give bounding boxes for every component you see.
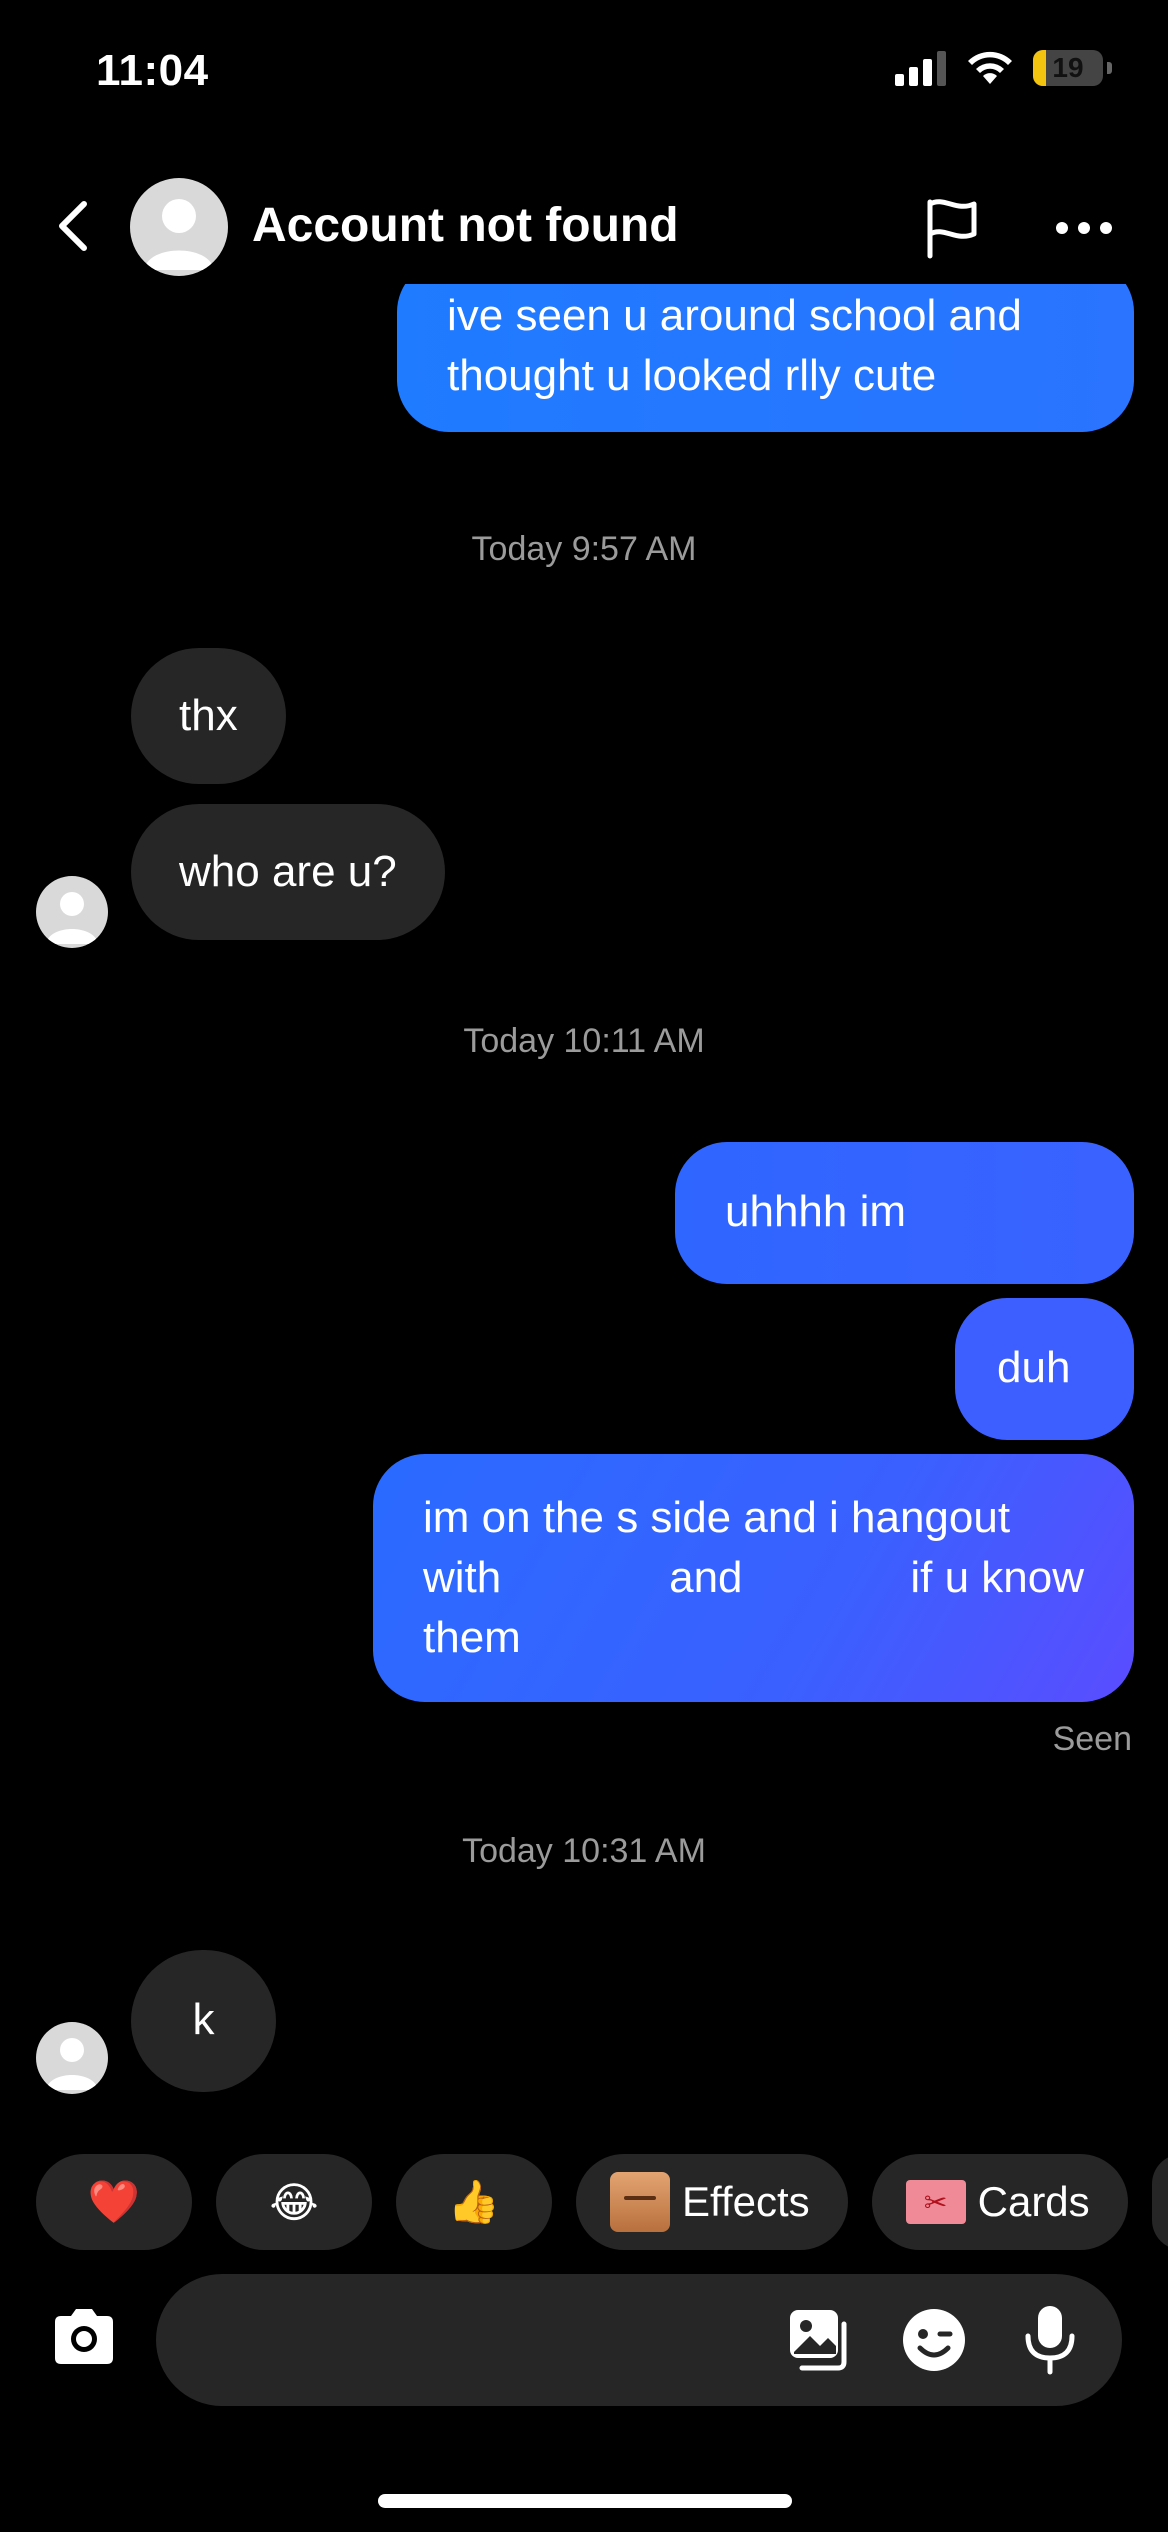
microphone-icon — [1025, 2306, 1075, 2375]
seen-status: Seen — [1052, 1720, 1132, 1758]
laughing-emoji-icon: 😂 — [269, 2178, 319, 2226]
contact-avatar-small[interactable] — [36, 876, 108, 948]
message-text: ive seen u around school and thought u l… — [447, 291, 1022, 400]
camera-icon — [55, 2309, 113, 2364]
message-text: duh — [997, 1343, 1071, 1392]
battery-level: 19 — [1052, 52, 1084, 83]
laughing-reaction-button[interactable]: 😂 — [216, 2154, 372, 2250]
winking-face-icon — [903, 2309, 965, 2371]
effects-button[interactable]: Effects — [576, 2154, 848, 2250]
heart-reaction-button[interactable]: ❤️ — [36, 2154, 192, 2250]
message-text: uhhhh im — [725, 1187, 907, 1236]
incoming-message[interactable]: who are u? — [131, 804, 445, 940]
timestamp: Today 10:31 AM — [462, 1832, 706, 1870]
status-icons: 19 — [895, 50, 1112, 86]
message-line: with and if u know — [423, 1548, 1084, 1608]
message-input[interactable] — [156, 2274, 1122, 2406]
message-text: k — [192, 1995, 215, 2044]
thumbs-up-reaction-button[interactable]: 👍 — [396, 2154, 552, 2250]
default-avatar-icon — [144, 199, 214, 270]
timestamp: Today 10:11 AM — [463, 1022, 705, 1060]
contact-name[interactable]: Account not found — [252, 198, 679, 253]
heart-emoji-icon: ❤️ — [87, 2177, 141, 2225]
message-word: if u know — [910, 1553, 1084, 1602]
emoji-button[interactable] — [896, 2302, 972, 2378]
outgoing-message[interactable]: uhhhh im — [675, 1142, 1134, 1284]
more-options-button[interactable] — [1048, 192, 1120, 264]
default-avatar-icon — [46, 2038, 98, 2090]
message-line: them — [423, 1613, 521, 1662]
message-text: thx — [179, 691, 238, 740]
message-text: who are u? — [179, 847, 397, 896]
chat-header: Account not found — [0, 172, 1168, 280]
incoming-message[interactable]: thx — [131, 648, 286, 784]
quick-reply-bar: ❤️ 😂 👍 Effects ✂ Cards — [36, 2154, 1168, 2250]
battery-icon: 19 — [1033, 50, 1103, 86]
flag-icon — [927, 199, 977, 259]
message-word: with — [423, 1553, 502, 1602]
voice-message-button[interactable] — [1012, 2302, 1088, 2378]
contact-avatar-small[interactable] — [36, 2022, 108, 2094]
default-avatar-icon — [46, 892, 98, 944]
outgoing-message[interactable]: ive seen u around school and thought u l… — [397, 284, 1134, 432]
gift-card-icon: ✂ — [905, 2180, 966, 2224]
contact-avatar[interactable] — [130, 178, 228, 276]
cards-button[interactable]: ✂ Cards — [871, 2154, 1128, 2250]
camera-button[interactable] — [44, 2296, 124, 2376]
battery-cap — [1107, 62, 1112, 74]
chevron-left-icon — [59, 201, 87, 251]
timestamp: Today 9:57 AM — [471, 530, 697, 568]
wifi-icon — [968, 51, 1012, 84]
effects-icon — [610, 2172, 670, 2232]
battery-fill — [1033, 50, 1047, 86]
message-line: im on the s side and i hangout — [423, 1493, 1011, 1542]
effects-label: Effects — [682, 2178, 810, 2225]
outgoing-message[interactable]: im on the s side and i hangout with and … — [373, 1454, 1134, 1702]
back-button[interactable] — [44, 196, 104, 256]
message-word: and — [669, 1553, 743, 1602]
more-quick-replies[interactable] — [1151, 2154, 1168, 2250]
thumbs-up-emoji-icon: 👍 — [447, 2177, 501, 2225]
more-horizontal-icon — [1056, 222, 1112, 234]
home-indicator — [378, 2494, 792, 2508]
outgoing-message[interactable]: duh — [955, 1298, 1134, 1440]
cellular-signal-icon — [895, 51, 946, 86]
report-button[interactable] — [916, 192, 988, 264]
incoming-message[interactable]: k — [131, 1950, 276, 2092]
photo-gallery-icon — [790, 2310, 847, 2371]
message-list[interactable]: ive seen u around school and thought u l… — [0, 284, 1168, 2134]
status-time: 11:04 — [96, 46, 209, 95]
cards-label: Cards — [977, 2178, 1090, 2225]
gallery-button[interactable] — [782, 2302, 858, 2378]
